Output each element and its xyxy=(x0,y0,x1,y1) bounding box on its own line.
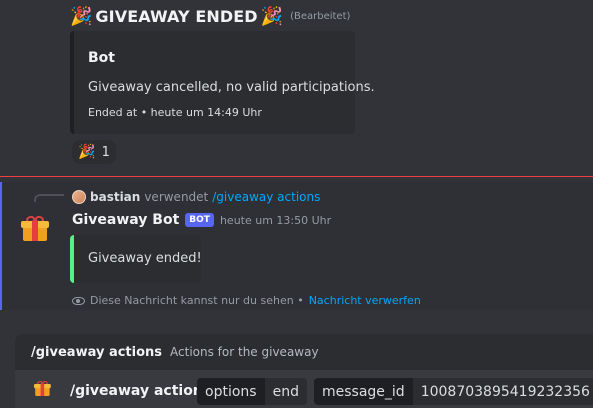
ephemeral-note: Diese Nachricht kannst nur du sehen • xyxy=(90,294,304,307)
option-value[interactable]: end xyxy=(264,378,307,405)
input-command-name: /giveaway actions xyxy=(70,383,212,399)
giveaway-embed: Bot Giveaway cancelled, no valid partici… xyxy=(70,31,375,134)
party-popper-icon: 🎉 xyxy=(78,144,96,160)
edited-label: (Bearbeitet) xyxy=(290,11,351,22)
highlight-bar xyxy=(0,182,2,310)
embed-description: Giveaway cancelled, no valid participati… xyxy=(88,80,375,95)
bot-avatar[interactable] xyxy=(19,213,51,245)
ephemeral-notice: Diese Nachricht kannst nur du sehen • Na… xyxy=(72,294,421,307)
party-popper-icon: 🎉 xyxy=(70,5,93,27)
reply-action: verwendet xyxy=(144,190,209,204)
giveaway-ended-embed: Giveaway ended! xyxy=(70,235,202,283)
author-name[interactable]: Giveaway Bot xyxy=(72,212,179,228)
gift-icon xyxy=(21,214,49,242)
reply-spine xyxy=(34,194,64,202)
command-description: Actions for the giveaway xyxy=(170,345,319,359)
command-reply-line: bastian verwendet /giveaway actions xyxy=(72,190,320,204)
option-key: options xyxy=(197,378,265,405)
eye-icon xyxy=(72,296,85,305)
command-preview-header[interactable]: /giveaway actions Actions for the giveaw… xyxy=(31,345,319,360)
new-messages-divider xyxy=(0,176,593,177)
message-timestamp[interactable]: heute um 13:50 Uhr xyxy=(220,214,331,227)
reaction-button[interactable]: 🎉 1 xyxy=(72,140,116,164)
user-avatar[interactable] xyxy=(72,190,86,204)
reply-username[interactable]: bastian xyxy=(90,190,140,204)
embed-text: Giveaway ended! xyxy=(88,251,202,266)
option-key: message_id xyxy=(314,378,413,405)
message-header: 🎉 GIVEAWAY ENDED 🎉 (Bearbeitet) xyxy=(70,7,350,26)
command-name: /giveaway actions xyxy=(31,345,163,360)
message-author-line: Giveaway Bot BOT heute um 13:50 Uhr xyxy=(72,212,331,228)
bot-badge: BOT xyxy=(185,213,214,227)
party-popper-icon: 🎉 xyxy=(260,5,284,27)
embed-footer: Ended at • heute um 14:49 Uhr xyxy=(88,106,262,119)
dismiss-message-link[interactable]: Nachricht verwerfen xyxy=(309,294,421,307)
reply-command-link[interactable]: /giveaway actions xyxy=(212,190,320,204)
option-value[interactable]: 1008703895419232356 xyxy=(412,378,593,405)
option-chip-message-id[interactable]: message_id 1008703895419232356 xyxy=(314,378,593,405)
embed-title: Bot xyxy=(88,50,115,66)
reaction-count: 1 xyxy=(101,144,110,160)
giveaway-ended-title: GIVEAWAY ENDED xyxy=(95,7,258,26)
option-chip-options[interactable]: options end xyxy=(197,378,307,405)
gift-icon xyxy=(34,380,62,407)
